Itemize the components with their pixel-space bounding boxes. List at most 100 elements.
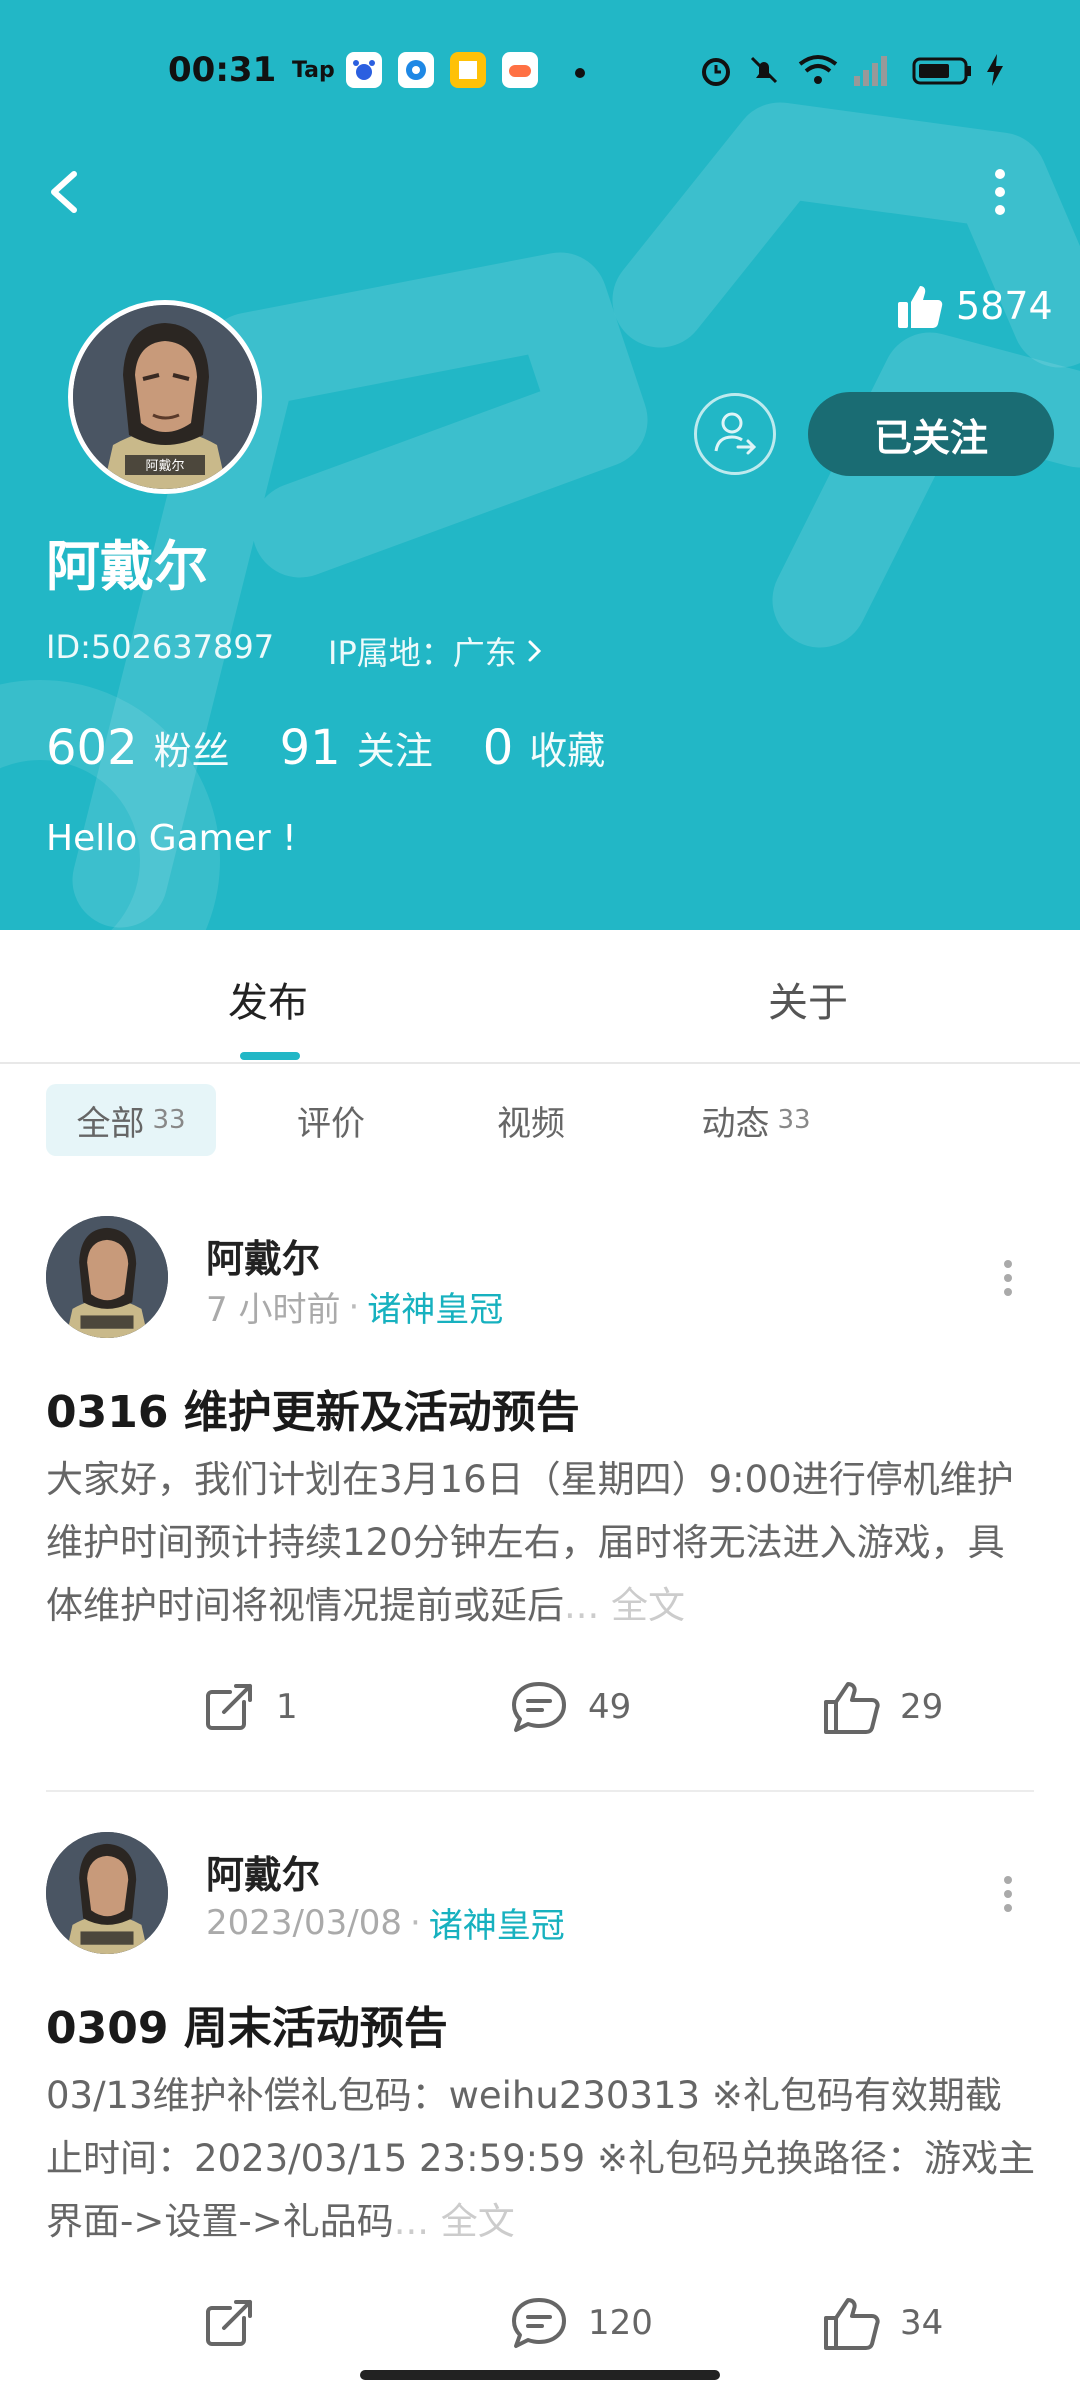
baidu-icon: [346, 52, 382, 92]
like-count: 5874: [956, 284, 1053, 328]
user-id: ID:502637897: [46, 628, 275, 666]
profile-stats: 602 粉丝 91 关注 0 收藏: [46, 720, 655, 776]
user-share-icon: [714, 412, 757, 455]
comment-count: 49: [588, 1687, 632, 1727]
avatar-caption: 阿戴尔: [145, 459, 184, 474]
alarm-icon: [698, 52, 734, 92]
post-author-name[interactable]: 阿戴尔: [206, 1228, 320, 1283]
post-author-avatar[interactable]: [46, 1832, 168, 1954]
message-user-button[interactable]: [694, 393, 776, 475]
post-more-button[interactable]: [998, 1258, 1018, 1298]
filter-chips: 全部 33 评价 视频 动态 33: [46, 1084, 1046, 1156]
post-time: 2023/03/08: [206, 1902, 402, 1943]
filter-videos-label: 视频: [497, 1103, 565, 1144]
following-count: 91: [279, 720, 341, 776]
comment-icon: [512, 2298, 566, 2348]
post-game-link[interactable]: 诸神皇冠: [429, 1898, 565, 1947]
like-action[interactable]: 29: [822, 1678, 943, 1736]
ip-location-link[interactable]: IP属地：广东: [328, 628, 545, 674]
chevron-left-icon: [51, 171, 77, 213]
more-vertical-icon: [1004, 1260, 1012, 1296]
comment-action[interactable]: 49: [508, 1678, 631, 1736]
comment-count: 120: [588, 2303, 653, 2343]
more-options-button[interactable]: [980, 160, 1020, 224]
filter-all[interactable]: 全部 33: [46, 1084, 216, 1156]
post-excerpt-text: 03/13维护补偿礼包码：weihu230313 ※礼包码有效期截止时间：202…: [46, 2074, 1035, 2243]
like-action[interactable]: 34: [822, 2294, 943, 2352]
post-excerpt[interactable]: 大家好，我们计划在3月16日（星期四）9:00进行停机维护维护时间预计持续120…: [46, 1448, 1036, 1637]
thumbs-up-icon: [824, 1682, 880, 1734]
share-icon: [206, 2300, 252, 2346]
status-time: 00:31: [168, 50, 277, 90]
post-meta: 2023/03/08 · 诸神皇冠: [206, 1898, 565, 1947]
favorites-stat[interactable]: 0 收藏: [483, 720, 606, 776]
dot-icon: [574, 64, 586, 83]
filter-reviews-label: 评价: [297, 1103, 365, 1144]
filter-all-count: 33: [152, 1105, 186, 1135]
meta-separator: ·: [409, 1902, 421, 1943]
share-icon: [206, 1684, 252, 1730]
post-more-button[interactable]: [998, 1874, 1018, 1914]
mute-icon: [746, 52, 782, 92]
comment-icon: [512, 1682, 566, 1732]
favorites-count: 0: [482, 720, 514, 776]
home-indicator[interactable]: [360, 2370, 720, 2380]
more-vertical-icon: [995, 169, 1005, 215]
fans-count: 602: [46, 720, 138, 776]
wifi-icon: [796, 52, 840, 92]
post-author-name[interactable]: 阿戴尔: [206, 1844, 320, 1899]
filter-videos[interactable]: 视频: [476, 1084, 586, 1156]
tab-publish[interactable]: 发布: [228, 970, 308, 1028]
reader-icon: [450, 52, 486, 92]
post-title[interactable]: 0309 周末活动预告: [46, 1992, 448, 2056]
fans-stat[interactable]: 602 粉丝: [46, 720, 230, 776]
share-action[interactable]: [200, 2294, 276, 2352]
meta-separator: ·: [348, 1286, 360, 1327]
status-bar: 00:31 Tap: [0, 40, 1080, 104]
taptap-icon: Tap: [292, 58, 335, 83]
browser-icon: [398, 52, 434, 92]
post-author-avatar[interactable]: [46, 1216, 168, 1338]
profile-header: 00:31 Tap 5874 阿戴尔 已关注 阿戴尔 ID:502637897 …: [0, 0, 1080, 930]
avatar-image: [46, 1216, 168, 1338]
filter-moments-label: 动态: [701, 1103, 770, 1144]
back-button[interactable]: [40, 160, 96, 224]
read-more-link[interactable]: ... 全文: [564, 1584, 685, 1627]
ip-location-label: IP属地：广东: [328, 634, 517, 672]
post-meta: 7 小时前 · 诸神皇冠: [206, 1282, 503, 1331]
read-more-link[interactable]: ... 全文: [394, 2200, 515, 2243]
following-stat[interactable]: 91 关注: [280, 720, 433, 776]
comment-action[interactable]: 120: [508, 2294, 653, 2352]
tab-about[interactable]: 关于: [768, 970, 848, 1028]
profile-tabs: 发布 关于: [0, 930, 1080, 1064]
charging-icon: [984, 52, 1006, 92]
post-excerpt[interactable]: 03/13维护补偿礼包码：weihu230313 ※礼包码有效期截止时间：202…: [46, 2064, 1036, 2253]
profile-like-total: 5874: [896, 276, 1053, 336]
tab-indicator: [240, 1052, 300, 1060]
following-button[interactable]: 已关注: [808, 392, 1054, 476]
avatar-image: [46, 1832, 168, 1954]
signal-icon: [850, 52, 890, 92]
fans-label: 粉丝: [153, 729, 230, 773]
filter-all-label: 全部: [76, 1103, 145, 1144]
post-title[interactable]: 0316 维护更新及活动预告: [46, 1376, 580, 1440]
battery-icon: [912, 56, 974, 90]
like-count: 29: [900, 1687, 944, 1727]
filter-moments-count: 33: [777, 1105, 811, 1135]
post-time: 7 小时前: [206, 1290, 341, 1330]
game-icon: [502, 52, 538, 92]
post-divider: [46, 1790, 1034, 1792]
profile-bio: Hello Gamer !: [46, 818, 297, 859]
post-excerpt-text: 大家好，我们计划在3月16日（星期四）9:00进行停机维护维护时间预计持续120…: [46, 1458, 1014, 1627]
filter-moments[interactable]: 动态 33: [666, 1084, 846, 1156]
avatar[interactable]: 阿戴尔: [68, 300, 262, 494]
share-action[interactable]: 1: [200, 1678, 298, 1736]
avatar-image: 阿戴尔: [73, 305, 257, 489]
thumbs-up-icon: [898, 286, 943, 328]
profile-name: 阿戴尔: [46, 535, 208, 598]
chevron-right-icon: [528, 640, 541, 662]
filter-reviews[interactable]: 评价: [276, 1084, 386, 1156]
post-game-link[interactable]: 诸神皇冠: [367, 1282, 503, 1331]
share-count: 1: [276, 1687, 298, 1727]
favorites-label: 收藏: [529, 729, 606, 773]
